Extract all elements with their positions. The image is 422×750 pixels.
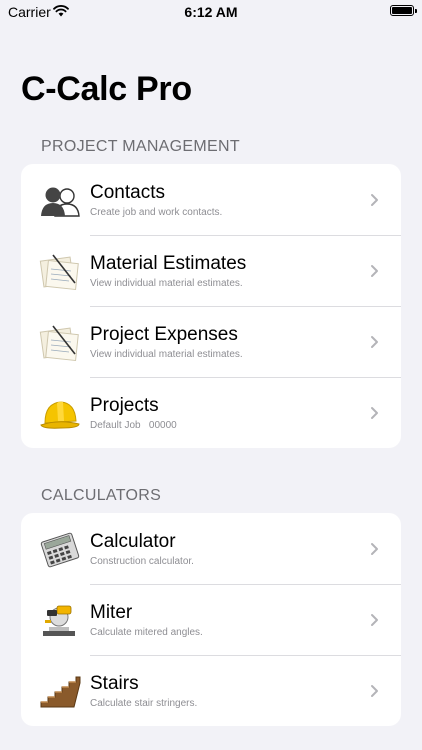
row-miter[interactable]: Miter Calculate mitered angles. — [21, 584, 401, 655]
calculators-card: Calculator Construction calculator. Mite… — [21, 513, 401, 726]
notepad-icon — [39, 324, 81, 362]
row-material-estimates[interactable]: Material Estimates View individual mater… — [21, 235, 401, 306]
row-stairs[interactable]: Stairs Calculate stair stringers. — [21, 655, 401, 726]
chevron-right-icon — [367, 263, 381, 279]
contacts-icon — [39, 182, 81, 220]
section-header-calculators: CALCULATORS — [41, 487, 162, 504]
notepad-icon — [39, 253, 81, 291]
row-title: Stairs — [90, 673, 139, 694]
row-calculator[interactable]: Calculator Construction calculator. — [21, 513, 401, 584]
battery-icon — [390, 5, 417, 16]
hard-hat-icon — [39, 395, 81, 433]
row-title: Miter — [90, 602, 133, 623]
row-title: Projects — [90, 395, 159, 416]
stairs-icon — [39, 673, 81, 711]
row-subtitle: Default Job 00000 — [90, 420, 177, 431]
chevron-right-icon — [367, 541, 381, 557]
row-contacts[interactable]: Contacts Create job and work contacts. — [21, 164, 401, 235]
row-title: Contacts — [90, 182, 165, 203]
row-subtitle: Calculate stair stringers. — [90, 698, 198, 709]
page-title: C-Calc Pro — [21, 70, 192, 108]
row-subtitle: Calculate mitered angles. — [90, 627, 203, 638]
row-subtitle: Construction calculator. — [90, 556, 194, 567]
chevron-right-icon — [367, 683, 381, 699]
row-title: Material Estimates — [90, 253, 247, 274]
miter-saw-icon — [39, 602, 81, 640]
calculator-icon — [39, 531, 81, 569]
row-title: Project Expenses — [90, 324, 238, 345]
row-subtitle: Create job and work contacts. — [90, 207, 223, 218]
section-header-project-management: PROJECT MANAGEMENT — [41, 138, 240, 155]
chevron-right-icon — [367, 405, 381, 421]
clock: 6:12 AM — [184, 4, 238, 20]
chevron-right-icon — [367, 612, 381, 628]
chevron-right-icon — [367, 334, 381, 350]
row-subtitle: View individual material estimates. — [90, 278, 243, 289]
row-project-expenses[interactable]: Project Expenses View individual materia… — [21, 306, 401, 377]
project-management-card: Contacts Create job and work contacts. M… — [21, 164, 401, 448]
status-bar: Carrier 6:12 AM — [0, 0, 422, 24]
row-subtitle: View individual material estimates. — [90, 349, 243, 360]
row-projects[interactable]: Projects Default Job 00000 — [21, 377, 401, 448]
row-title: Calculator — [90, 531, 176, 552]
chevron-right-icon — [367, 192, 381, 208]
